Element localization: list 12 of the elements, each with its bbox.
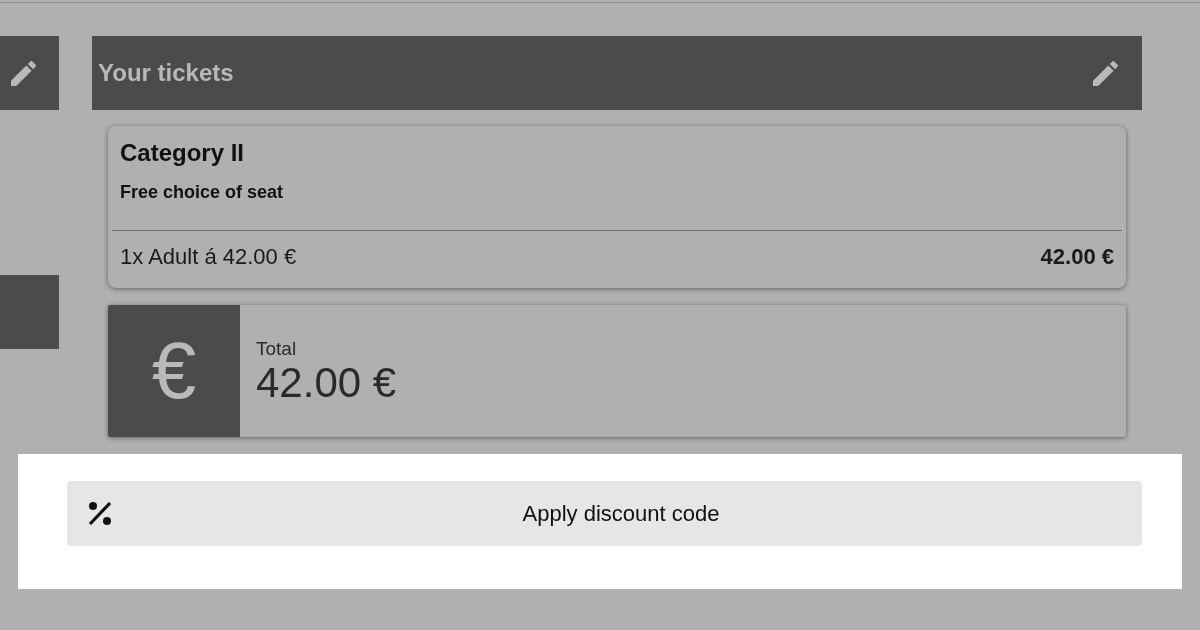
- discount-button[interactable]: Apply discount code: [67, 481, 1142, 546]
- percent-icon: [88, 501, 112, 526]
- ticket-category: Category II: [120, 138, 246, 168]
- line-item-text: 1x Adult á 42.00 €: [120, 243, 297, 271]
- euro-sign: €: [151, 331, 197, 411]
- ticket-description: Free choice of seat: [120, 181, 285, 204]
- total-amount: 42.00 €: [256, 360, 397, 406]
- section-title: Your tickets: [98, 58, 234, 88]
- pencil-icon[interactable]: [1093, 60, 1118, 86]
- pencil-icon[interactable]: [11, 60, 36, 86]
- line-item-price: 42.00 €: [1040, 243, 1114, 271]
- total-label: Total: [256, 338, 298, 360]
